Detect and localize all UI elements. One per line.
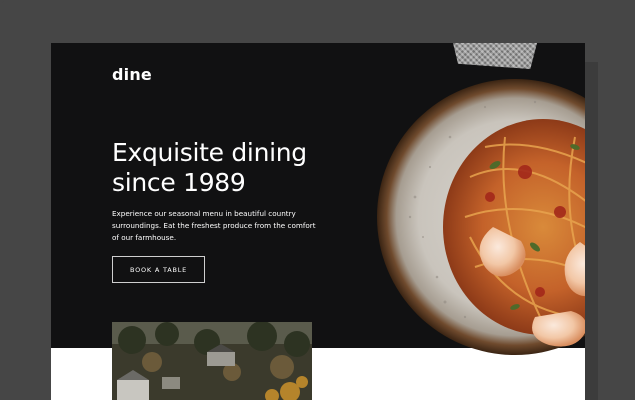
hero-section: dine Exquisite dining since 1989 Experie… [51, 43, 585, 355]
landing-page: dine Exquisite dining since 1989 Experie… [51, 43, 585, 400]
farmhouse-image [112, 322, 312, 400]
headline-line-1: Exquisite dining [112, 138, 307, 167]
book-table-button[interactable]: BOOK A TABLE [112, 256, 205, 283]
hero-headline: Exquisite dining since 1989 [112, 138, 342, 198]
headline-line-2: since 1989 [112, 168, 246, 197]
hero-description: Experience our seasonal menu in beautifu… [112, 209, 316, 243]
decorative-pattern [453, 43, 537, 69]
site-logo[interactable]: dine [112, 65, 152, 84]
hero-dish-image [377, 79, 585, 355]
preview-frame: dine Exquisite dining since 1989 Experie… [0, 0, 635, 400]
decorative-shadow [585, 62, 598, 400]
